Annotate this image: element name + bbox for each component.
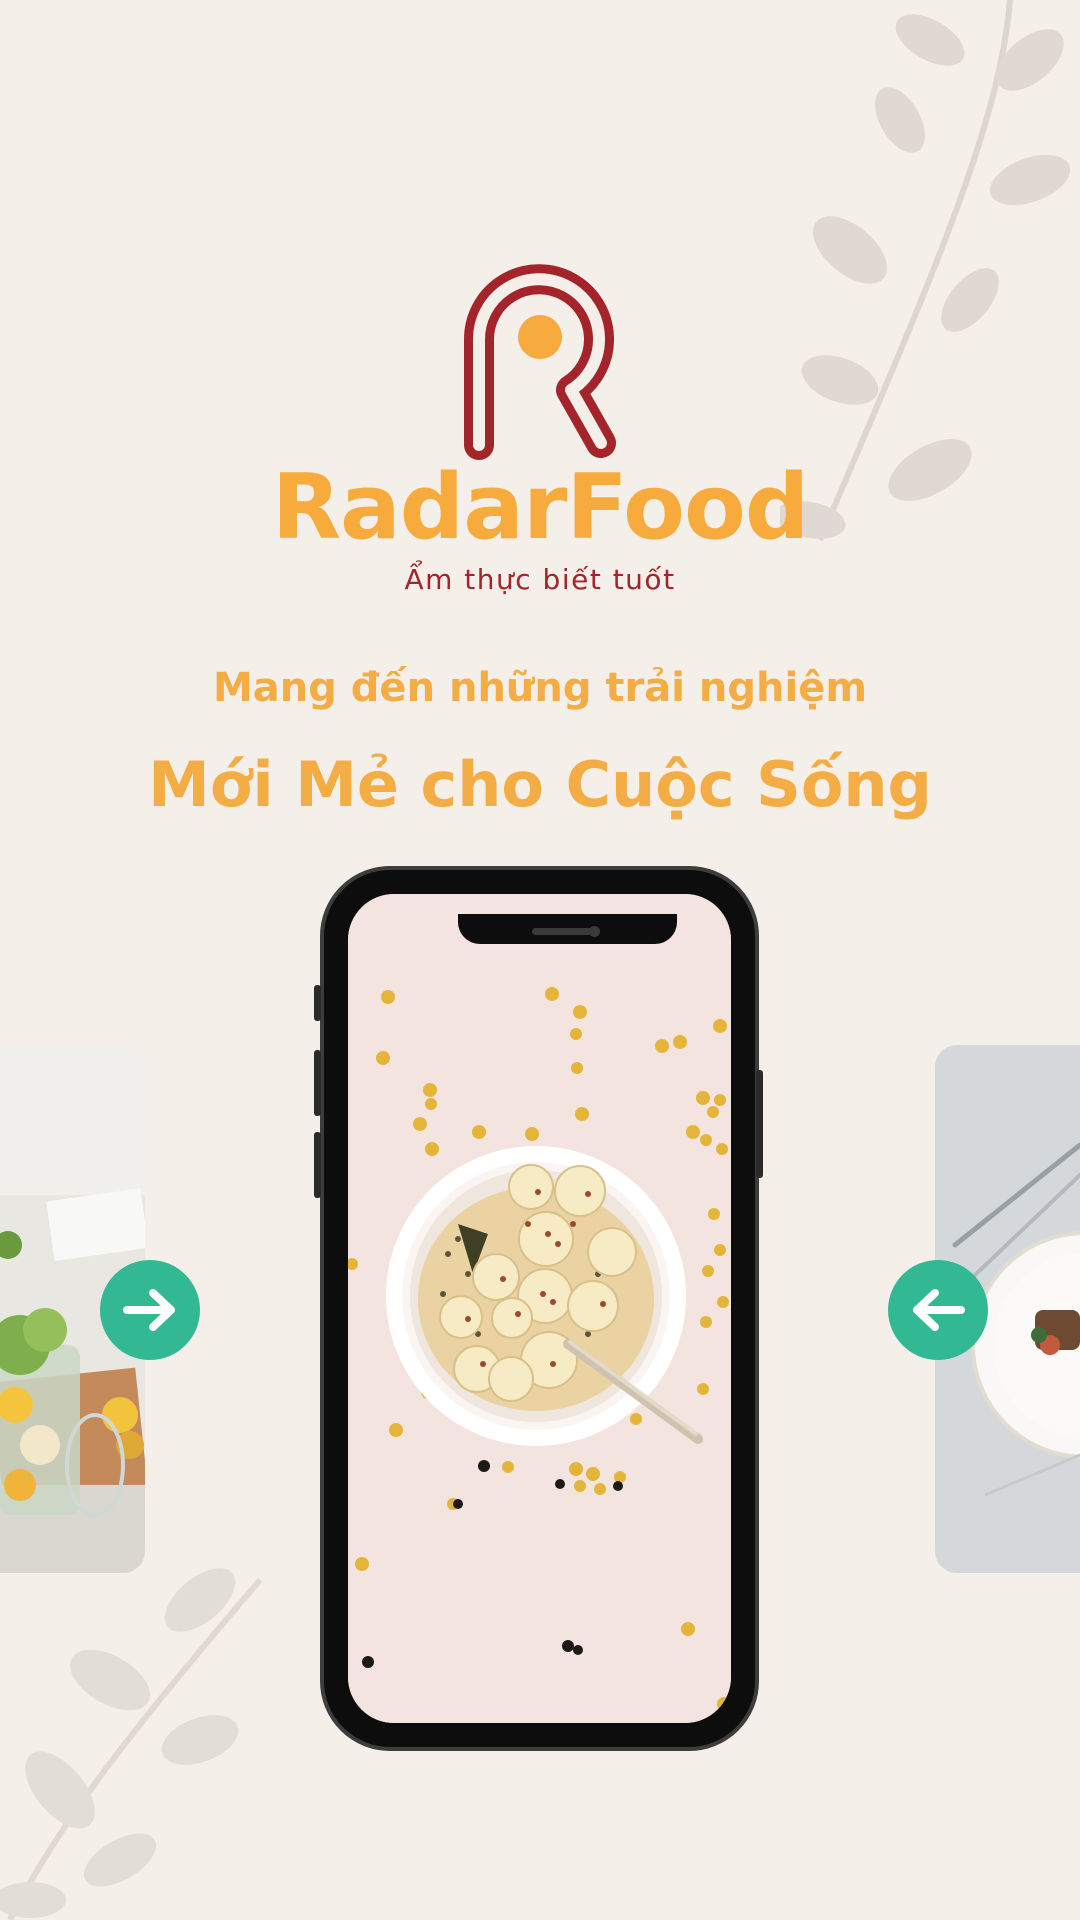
- arrow-left-icon: [913, 1289, 965, 1331]
- headline-line1: Mang đến những trải nghiệm: [212, 665, 868, 711]
- brand-name: RadarFood: [271, 455, 810, 560]
- arrow-right-icon: [123, 1289, 175, 1331]
- brand-tagline: Ẩm thực biết tuốt: [404, 563, 676, 596]
- phone-volume-up: [314, 1050, 321, 1116]
- headline-line2: Mới Mẻ cho Cuộc Sống: [148, 748, 932, 821]
- phone-mockup: [314, 866, 763, 1751]
- radarfood-logo-icon: [463, 264, 616, 460]
- carousel-prev-button[interactable]: [888, 1260, 988, 1360]
- phone-speaker: [532, 928, 594, 935]
- phone-screen[interactable]: [348, 894, 731, 1723]
- phone-front-camera: [589, 926, 600, 937]
- phone-volume-down: [314, 1132, 321, 1198]
- leaf-decoration-bottom: [0, 1568, 263, 1920]
- banana-oatmeal-photo: [348, 894, 731, 1723]
- phone-mute-switch: [314, 985, 321, 1021]
- phone-power-button: [756, 1070, 763, 1178]
- carousel-next-button[interactable]: [100, 1260, 200, 1360]
